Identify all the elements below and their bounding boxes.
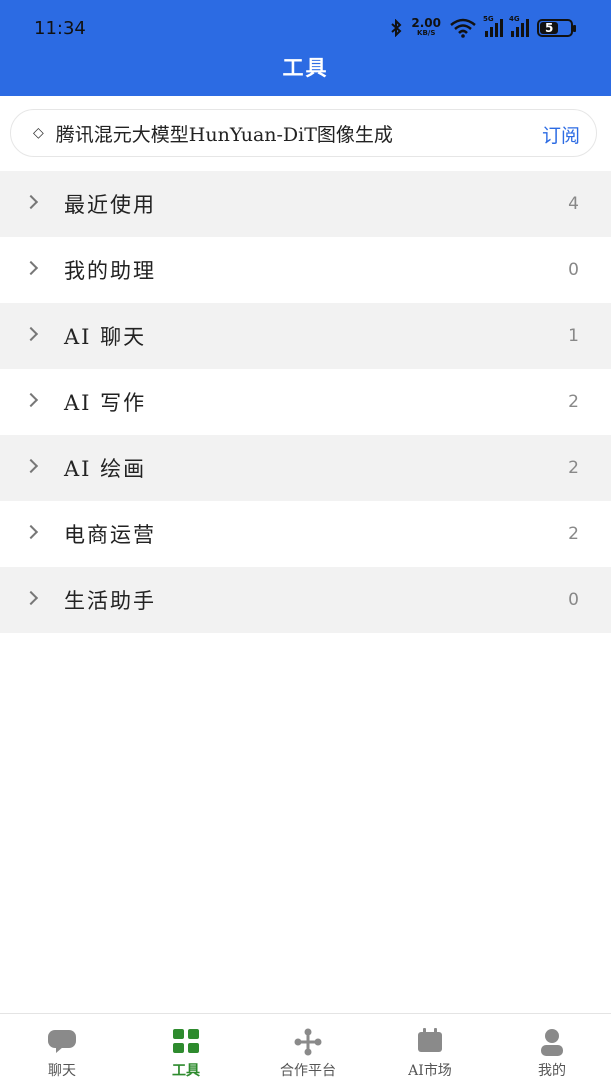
category-label: AI 绘画 (64, 457, 147, 481)
bluetooth-icon (391, 19, 402, 37)
tab-label: 我的 (538, 1063, 566, 1079)
chevron-right-icon (23, 392, 39, 408)
net-speed: 2.00 KB/S (411, 16, 441, 37)
signal-5g-icon: 5G (483, 15, 503, 37)
tab-partner-platform[interactable]: 合作平台 (247, 1014, 369, 1087)
chevron-right-icon (23, 524, 39, 540)
category-label: 最近使用 (64, 193, 156, 217)
category-row-ecommerce[interactable]: 电商运营 2 (0, 501, 611, 567)
category-label: AI 写作 (64, 391, 147, 415)
announcement-text[interactable]: 腾讯混元大模型HunYuan-DiT图像生成 (56, 120, 393, 147)
tab-tools[interactable]: 工具 (125, 1014, 247, 1087)
category-count: 2 (568, 458, 579, 478)
wifi-icon (450, 18, 476, 38)
category-row-my-assistant[interactable]: 我的助理 0 (0, 237, 611, 303)
category-row-ai-chat[interactable]: AI 聊天 1 (0, 303, 611, 369)
calendar-icon (418, 1028, 442, 1052)
chevron-right-icon (23, 194, 39, 210)
category-row-ai-drawing[interactable]: AI 绘画 2 (0, 435, 611, 501)
category-row-recent[interactable]: 最近使用 4 (0, 171, 611, 237)
tab-label: 聊天 (48, 1063, 76, 1079)
category-row-life-assistant[interactable]: 生活助手 0 (0, 567, 611, 633)
tab-ai-market[interactable]: AI市场 (369, 1014, 491, 1087)
move-arrows-icon (294, 1028, 322, 1056)
chevron-right-icon (23, 326, 39, 342)
status-bar: 11:34 2.00 KB/S 5G 4G 5 (0, 0, 611, 48)
category-label: 生活助手 (64, 589, 156, 613)
category-row-ai-writing[interactable]: AI 写作 2 (0, 369, 611, 435)
grid-icon (173, 1029, 199, 1053)
status-icons: 2.00 KB/S 5G 4G 5 (389, 15, 576, 40)
category-count: 0 (568, 590, 579, 610)
announcement-banner[interactable]: ◇ 腾讯混元大模型HunYuan-DiT图像生成 订阅 (10, 109, 597, 157)
category-label: 电商运营 (64, 523, 156, 547)
tab-label: 合作平台 (280, 1063, 336, 1079)
person-icon (541, 1029, 563, 1056)
category-count: 0 (568, 260, 579, 280)
chevron-right-icon (23, 458, 39, 474)
category-count: 1 (568, 326, 579, 346)
category-count: 2 (568, 392, 579, 412)
tab-label: AI市场 (408, 1063, 452, 1079)
category-label: AI 聊天 (64, 325, 147, 349)
chevron-right-icon (23, 260, 39, 276)
tab-chat[interactable]: 聊天 (1, 1014, 123, 1087)
chat-bubble-icon (48, 1030, 76, 1053)
bottom-tab-bar: 聊天 工具 合作平台 AI市场 我的 (0, 1013, 611, 1087)
diamond-icon: ◇ (33, 125, 44, 141)
category-list: 最近使用 4 我的助理 0 AI 聊天 1 AI 写作 2 AI 绘画 2 电商… (0, 171, 611, 633)
tab-label: 工具 (172, 1063, 200, 1079)
battery-icon: 5 (537, 19, 576, 37)
tab-mine[interactable]: 我的 (491, 1014, 611, 1087)
subscribe-button[interactable]: 订阅 (542, 121, 580, 148)
chevron-right-icon (23, 590, 39, 606)
page-title: 工具 (282, 55, 329, 80)
status-time: 11:34 (34, 18, 86, 39)
category-count: 4 (568, 194, 579, 214)
header-bar: 11:34 2.00 KB/S 5G 4G 5 工具 (0, 0, 611, 96)
signal-4g-icon: 4G (509, 15, 529, 37)
category-count: 2 (568, 524, 579, 544)
category-label: 我的助理 (64, 259, 156, 283)
